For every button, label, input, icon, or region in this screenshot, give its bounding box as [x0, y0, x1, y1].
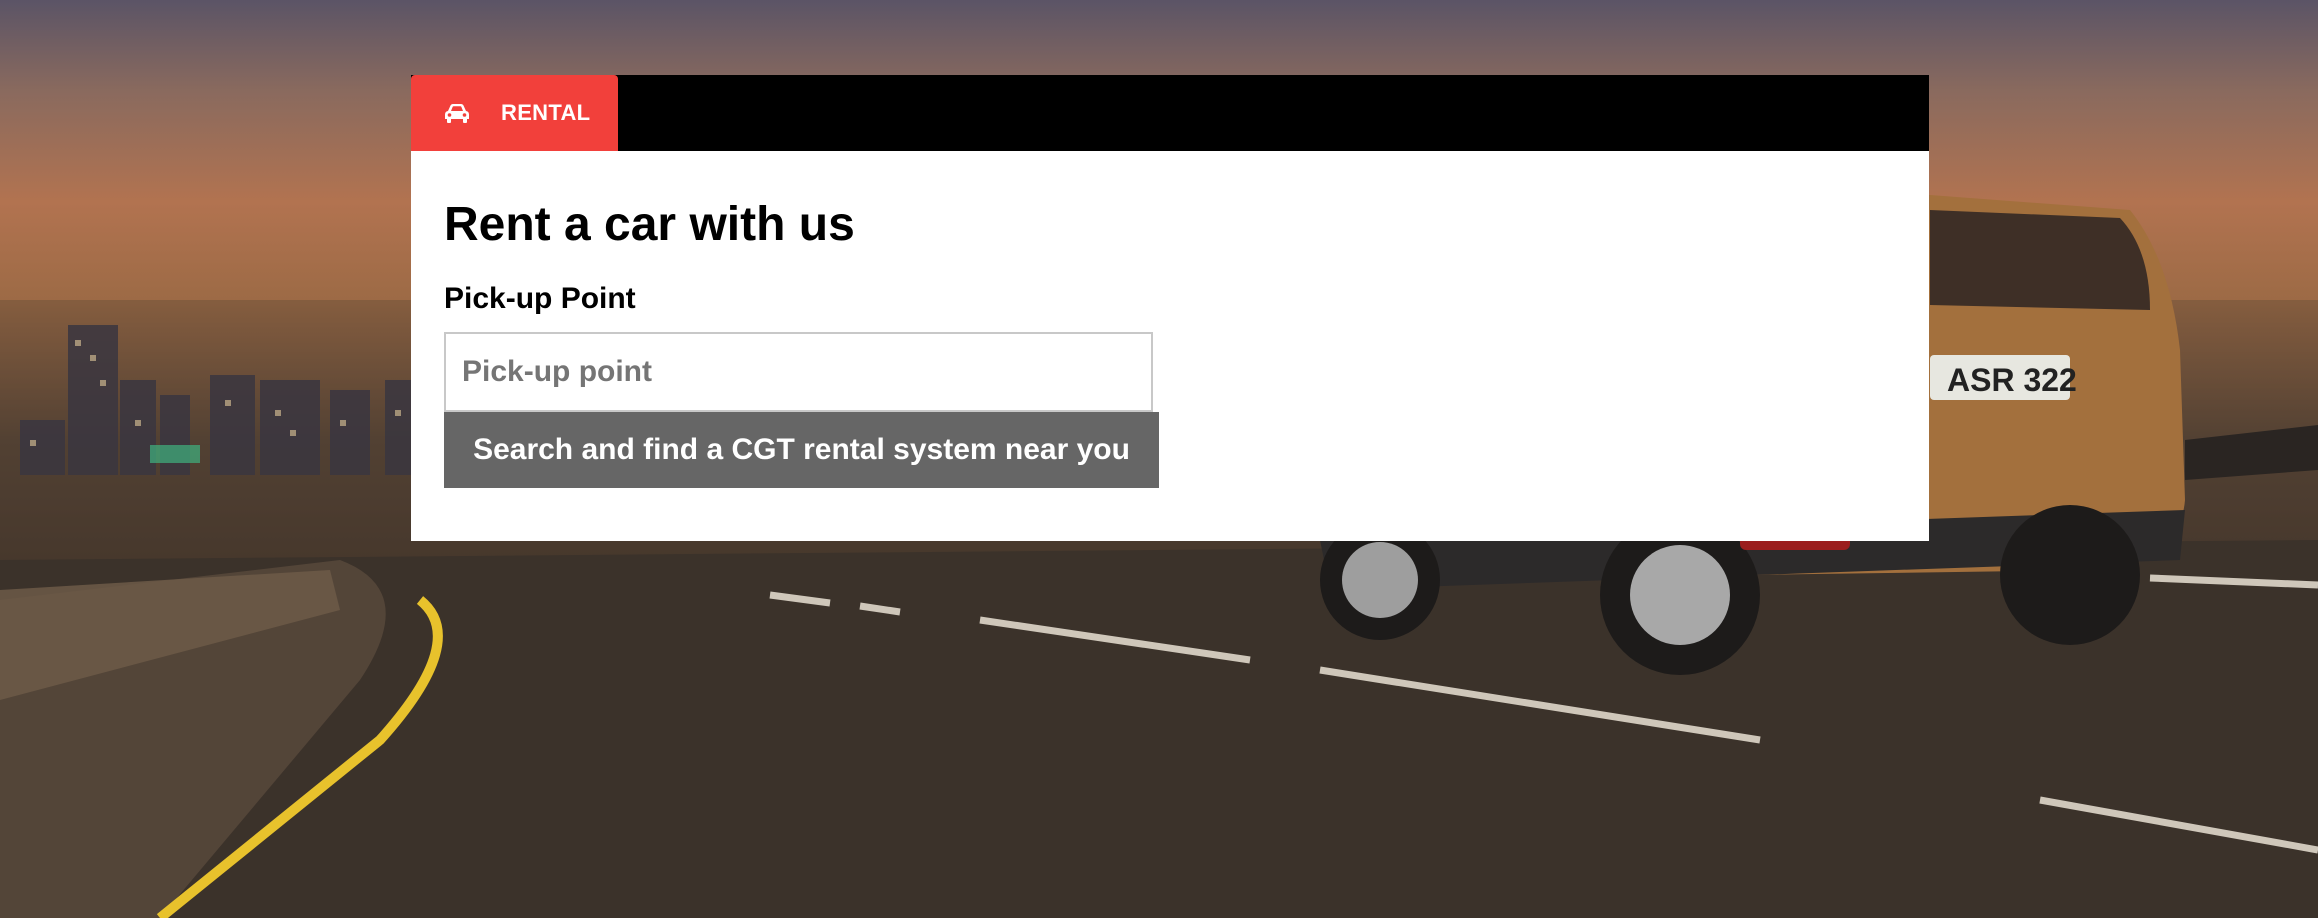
pickup-point-input[interactable]	[444, 332, 1153, 412]
car-icon	[445, 104, 469, 123]
pickup-point-label: Pick-up Point	[444, 282, 636, 315]
tab-rental[interactable]: RENTAL	[411, 75, 618, 151]
rental-search-widget: RENTAL Rent a car with us Pick-up Point …	[411, 75, 1929, 541]
search-rental-button[interactable]: Search and find a CGT rental system near…	[444, 412, 1159, 488]
tab-bar: RENTAL	[411, 75, 1929, 151]
tab-rental-label: RENTAL	[501, 100, 591, 125]
svg-text:ASR 322: ASR 322	[1947, 362, 2077, 398]
page-title: Rent a car with us	[444, 198, 855, 251]
